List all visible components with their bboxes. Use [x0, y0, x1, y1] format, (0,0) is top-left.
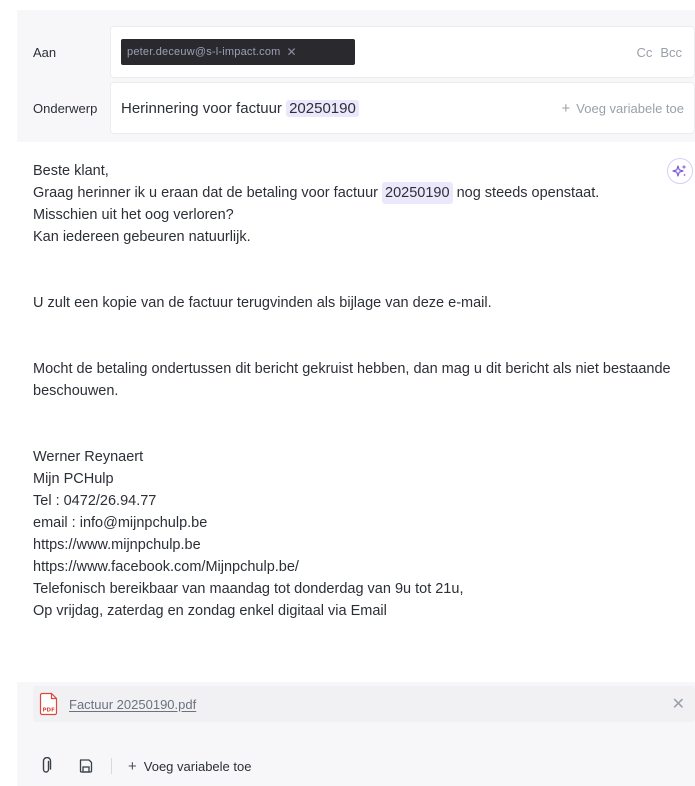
signature-line: Mijn PCHulp — [33, 471, 114, 487]
email-composer: Aan peter.deceuw@s-l-impact.com ✕ Cc Bcc… — [17, 10, 695, 786]
message-body-editor[interactable]: Beste klant, Graag herinner ik u eraan d… — [17, 142, 695, 682]
cc-button[interactable]: Cc — [636, 45, 652, 60]
composer-toolbar: + Voeg variabele toe — [17, 746, 695, 786]
to-field[interactable]: peter.deceuw@s-l-impact.com ✕ Cc Bcc — [110, 26, 695, 78]
subject-variable-chip[interactable]: 20250190 — [286, 99, 359, 117]
paperclip-icon — [42, 757, 52, 773]
body-paragraph3: Mocht de betaling ondertussen dit berich… — [33, 361, 671, 399]
bcc-button[interactable]: Bcc — [660, 45, 682, 60]
signature-line: Werner Reynaert — [33, 449, 144, 465]
signature-line: Tel : 0472/26.94.77 — [33, 493, 157, 509]
signature-line: Telefonisch bereikbaar van maandag tot d… — [33, 581, 464, 597]
pdf-file-icon: PDF — [39, 692, 59, 716]
signature-line: https://www.mijnpchulp.be — [33, 537, 201, 553]
toolbar-add-variable-label: Voeg variabele toe — [143, 758, 252, 774]
subject-input[interactable]: Herinnering voor factuur 20250190 — [121, 99, 359, 117]
body-paragraph2: U zult een kopie van de factuur terugvin… — [33, 295, 492, 311]
toolbar-add-variable-button[interactable]: + Voeg variabele toe — [128, 758, 251, 775]
body-greeting: Beste klant, — [33, 163, 109, 179]
subject-text: Herinnering voor factuur — [121, 99, 287, 117]
message-body-text: Beste klant, Graag herinner ik u eraan d… — [33, 160, 673, 622]
body-line2: Misschien uit het oog verloren? — [33, 207, 234, 223]
signature-line: email : info@mijnpchulp.be — [33, 515, 208, 531]
to-label: Aan — [33, 44, 57, 60]
signature-block: Werner Reynaert Mijn PCHulp Tel : 0472/2… — [33, 446, 673, 622]
pdf-icon-label: PDF — [43, 708, 56, 714]
remove-attachment-icon[interactable]: ✕ — [672, 694, 685, 714]
body-line1-suffix: nog steeds openstaat. — [452, 185, 600, 201]
plus-icon: + — [561, 99, 571, 117]
cc-bcc-group: Cc Bcc — [636, 45, 694, 60]
attach-file-button[interactable] — [37, 757, 55, 775]
recipient-chip[interactable]: peter.deceuw@s-l-impact.com ✕ — [121, 39, 355, 65]
attachment-filename-link[interactable]: Factuur 20250190.pdf — [69, 697, 196, 712]
signature-line: https://www.facebook.com/Mijnpchulp.be/ — [33, 559, 299, 575]
body-variable-chip[interactable]: 20250190 — [382, 182, 453, 204]
subject-add-variable-button[interactable]: + Voeg variabele toe — [562, 100, 694, 117]
body-line3: Kan iedereen gebeuren natuurlijk. — [33, 229, 251, 245]
subject-label: Onderwerp — [33, 100, 98, 116]
subject-field[interactable]: Herinnering voor factuur 20250190 + Voeg… — [110, 82, 695, 134]
signature-line: Op vrijdag, zaterdag en zondag enkel dig… — [33, 603, 387, 619]
save-icon — [79, 759, 93, 773]
subject-add-variable-label: Voeg variabele toe — [576, 100, 684, 116]
remove-recipient-icon[interactable]: ✕ — [287, 45, 297, 59]
body-line1: Graag herinner ik u eraan dat de betalin… — [33, 182, 673, 204]
subject-row: Onderwerp Herinnering voor factuur 20250… — [17, 82, 695, 134]
toolbar-divider — [111, 758, 112, 774]
attachment-item[interactable]: PDF Factuur 20250190.pdf ✕ — [33, 686, 695, 722]
body-line1-prefix: Graag herinner ik u eraan dat de betalin… — [33, 185, 383, 201]
plus-icon: + — [128, 757, 137, 775]
save-template-button[interactable] — [77, 757, 95, 775]
recipient-address: peter.deceuw@s-l-impact.com — [127, 46, 281, 58]
to-row: Aan peter.deceuw@s-l-impact.com ✕ Cc Bcc — [17, 26, 695, 78]
